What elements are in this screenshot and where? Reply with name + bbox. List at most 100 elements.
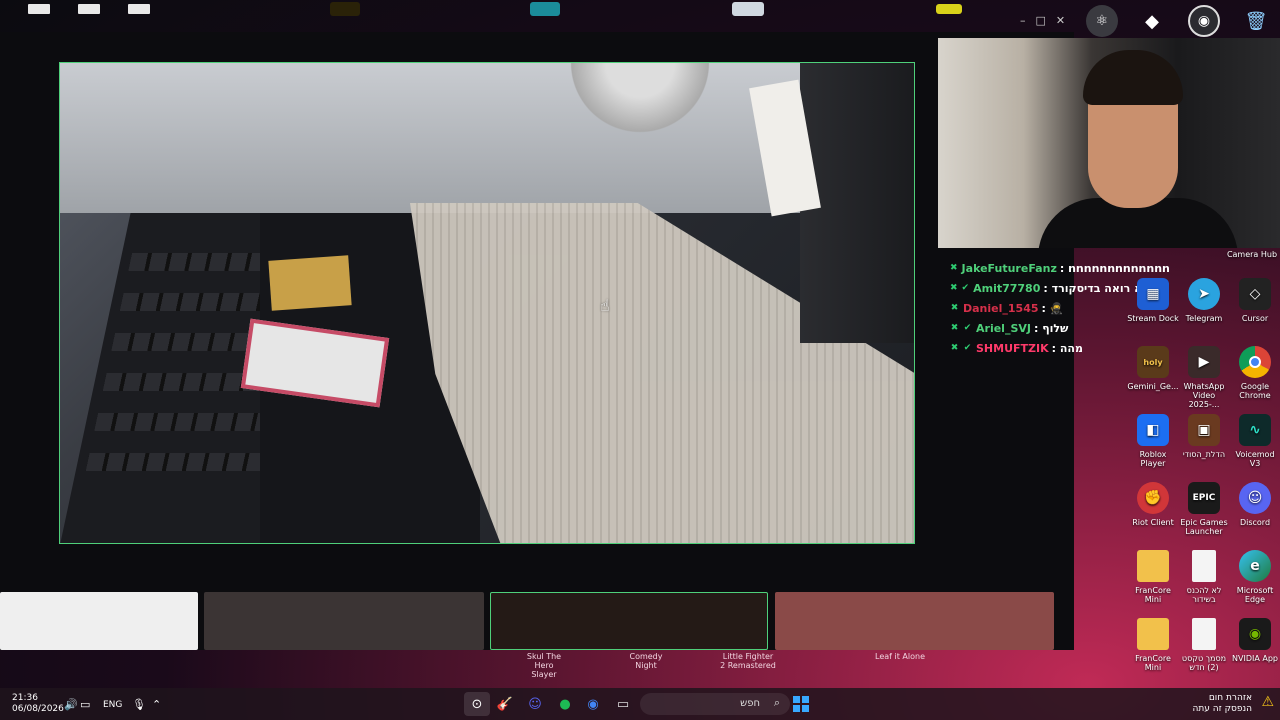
- desktop-icon-camera-hub[interactable]: Camera Hub: [1226, 250, 1278, 259]
- taskbar-chrome-icon[interactable]: ◉: [580, 692, 606, 716]
- desktop-icon-riot[interactable]: ✊ Riot Client: [1127, 482, 1179, 527]
- chrome-icon: [1239, 346, 1271, 378]
- sword-badge-icon: ✖: [950, 343, 959, 353]
- desktop-icon-francore-2[interactable]: FranCore Mini: [1127, 618, 1179, 672]
- stream-viewer-window: ☝ 7 ⌄: [0, 32, 1074, 650]
- taskbar-app-icon[interactable]: 🎸: [492, 692, 518, 716]
- window-controls: – □ ✕: [1020, 14, 1065, 27]
- desktop-icon-francore-1[interactable]: FranCore Mini: [1127, 550, 1179, 604]
- file-icon[interactable]: [78, 4, 100, 14]
- chat-username[interactable]: JakeFutureFanz: [962, 262, 1057, 275]
- desktop-icon-lo-lehikanes[interactable]: לא להכנס בשידור: [1178, 550, 1230, 604]
- network-icon[interactable]: ▭: [80, 698, 90, 711]
- desktop-icon-discord[interactable]: ☺ Discord: [1229, 482, 1280, 527]
- icon-label: Google Chrome: [1239, 382, 1271, 400]
- taskbar-steam-icon[interactable]: ⊙: [464, 692, 490, 716]
- app-icon[interactable]: [732, 2, 764, 16]
- chat-username[interactable]: Ariel_SVJ: [976, 322, 1031, 335]
- close-button[interactable]: ✕: [1056, 14, 1065, 27]
- image-file-icon: ▣: [1188, 414, 1220, 446]
- desktop-icon-epic[interactable]: EPIC Epic Games Launcher: [1178, 482, 1230, 536]
- thumbnail[interactable]: [0, 592, 198, 650]
- desktop-icon-hadelet[interactable]: ▣ הדלת_הסודי: [1178, 414, 1230, 459]
- desktop-icon-whatsapp-video[interactable]: ▶ WhatsApp Video 2025-...: [1178, 346, 1230, 409]
- taskbar-search[interactable]: חפש ⌕: [640, 693, 790, 715]
- clock[interactable]: 21:36 06/08/2026: [12, 693, 64, 715]
- desktop-icon-telegram[interactable]: ➤ Telegram: [1178, 278, 1230, 323]
- stream-video[interactable]: [59, 62, 915, 544]
- desktop-icon-gemini[interactable]: holy Gemini_Ge...: [1127, 346, 1179, 391]
- taskbar-discord-icon[interactable]: ☺: [522, 692, 548, 716]
- roblox-studio-icon[interactable]: ◆: [1136, 5, 1168, 37]
- thumbnail[interactable]: [490, 592, 768, 650]
- chat-username[interactable]: SHMUFTZIK: [976, 342, 1049, 355]
- folder-icon: [1137, 618, 1169, 650]
- video-file-icon: ▶: [1188, 346, 1220, 378]
- check-badge-icon: ✔: [961, 283, 970, 293]
- app-icon[interactable]: [330, 2, 360, 16]
- webcam-overlay: [938, 38, 1280, 248]
- chevron-up-icon[interactable]: ⌃: [152, 698, 161, 711]
- riot-icon: ✊: [1137, 482, 1169, 514]
- desktop-icon-nvidia[interactable]: ◉ NVIDIA App: [1229, 618, 1280, 663]
- icon-label: Cursor: [1241, 314, 1269, 323]
- desktop-icon-edge[interactable]: e Microsoft Edge: [1229, 550, 1280, 604]
- chat-overlay: ✖ JakeFutureFanz: nnnnnnnnnnnnn ✖ ✔ Amit7778…: [950, 258, 1170, 358]
- clock-time: 21:36: [12, 693, 38, 703]
- thumbnail[interactable]: [775, 592, 1054, 650]
- desktop-icon-text-doc[interactable]: מסמך טקסט (2) חדש: [1178, 618, 1230, 672]
- chat-message: ✖ Daniel_1545: 🥷: [950, 298, 1150, 318]
- game-label-leaf[interactable]: Leaf it Alone: [870, 652, 930, 661]
- maximize-button[interactable]: □: [1036, 14, 1046, 27]
- app-icon[interactable]: [936, 4, 962, 14]
- icon-label: מסמך טקסט (2) חדש: [1181, 654, 1227, 672]
- thumbnail[interactable]: [204, 592, 484, 650]
- search-placeholder: חפש: [740, 698, 760, 709]
- microphone-icon[interactable]: 🎙: [132, 698, 146, 711]
- icon-label: WhatsApp Video 2025-...: [1183, 382, 1225, 409]
- voicemod-icon: ∿: [1239, 414, 1271, 446]
- chat-message: ✖ JakeFutureFanz: nnnnnnnnnnnnn: [950, 258, 1170, 278]
- taskbar: 21:36 06/08/2026 🔊 ▭ ENG 🎙 ⌃ ⊙ 🎸 ☺ ● ◉ ▭…: [0, 688, 1280, 720]
- chat-username[interactable]: Daniel_1545: [963, 302, 1039, 315]
- cursor-app-icon: ◇: [1239, 278, 1271, 310]
- start-button[interactable]: [793, 696, 809, 712]
- game-label-comedy[interactable]: Comedy Night: [624, 652, 668, 670]
- taskbar-spotify-icon[interactable]: ●: [552, 692, 578, 716]
- chat-text: : 🥷: [1041, 301, 1064, 315]
- telegram-icon: ➤: [1188, 278, 1220, 310]
- chat-text: : מהה: [1051, 341, 1083, 355]
- epic-icon: EPIC: [1188, 482, 1220, 514]
- check-badge-icon: ✔: [963, 323, 972, 333]
- desktop: – □ ✕ ☝ 7 ⌄: [0, 0, 1280, 720]
- volume-icon[interactable]: 🔊: [64, 698, 78, 711]
- language-indicator[interactable]: ENG: [103, 700, 122, 710]
- file-icon[interactable]: [28, 4, 50, 14]
- minimize-button[interactable]: –: [1020, 14, 1026, 27]
- desktop-icon-voicemod[interactable]: ∿ Voicemod V3: [1229, 414, 1280, 468]
- app-icon[interactable]: [530, 2, 560, 16]
- desktop-icon-cursor[interactable]: ◇ Cursor: [1229, 278, 1280, 323]
- desktop-icon-google-chrome[interactable]: Google Chrome: [1229, 346, 1280, 400]
- icon-label: Voicemod V3: [1235, 450, 1275, 468]
- sword-badge-icon: ✖: [950, 283, 958, 293]
- heat-warning-notice[interactable]: אזהרת חום הנפסק זה עתה: [1193, 693, 1252, 715]
- taskbar-explorer-icon[interactable]: ▭: [610, 692, 636, 716]
- desktop-icon-roblox[interactable]: ◧ Roblox Player: [1127, 414, 1179, 468]
- game-label-little-fighter[interactable]: Little Fighter 2 Remastered: [720, 652, 776, 670]
- notice-subtitle: הנפסק זה עתה: [1192, 704, 1252, 714]
- atom-app-icon[interactable]: ⚛: [1086, 5, 1118, 37]
- icon-label: FranCore Mini: [1135, 586, 1171, 604]
- obs-icon[interactable]: ◉: [1188, 5, 1220, 37]
- icon-label: Gemini_Ge...: [1127, 382, 1179, 391]
- game-label-skul[interactable]: Skul The Hero Slayer: [522, 652, 566, 679]
- sword-badge-icon: ✖: [950, 303, 959, 313]
- chat-message: ✖ ✔ Amit77780: הוא רואה בדיסקורד: [950, 278, 1153, 298]
- file-icon[interactable]: [128, 4, 150, 14]
- chat-username[interactable]: Amit77780: [973, 282, 1040, 295]
- notice-title: אזהרת חום: [1208, 693, 1252, 703]
- desktop-icon-stream-dock[interactable]: ▦ Stream Dock: [1127, 278, 1179, 323]
- chat-message: ✖ ✔ Ariel_SVJ: שלוף: [950, 318, 1150, 338]
- icon-label: NVIDIA App: [1232, 654, 1278, 663]
- recycle-bin-icon[interactable]: 🗑: [1240, 5, 1272, 37]
